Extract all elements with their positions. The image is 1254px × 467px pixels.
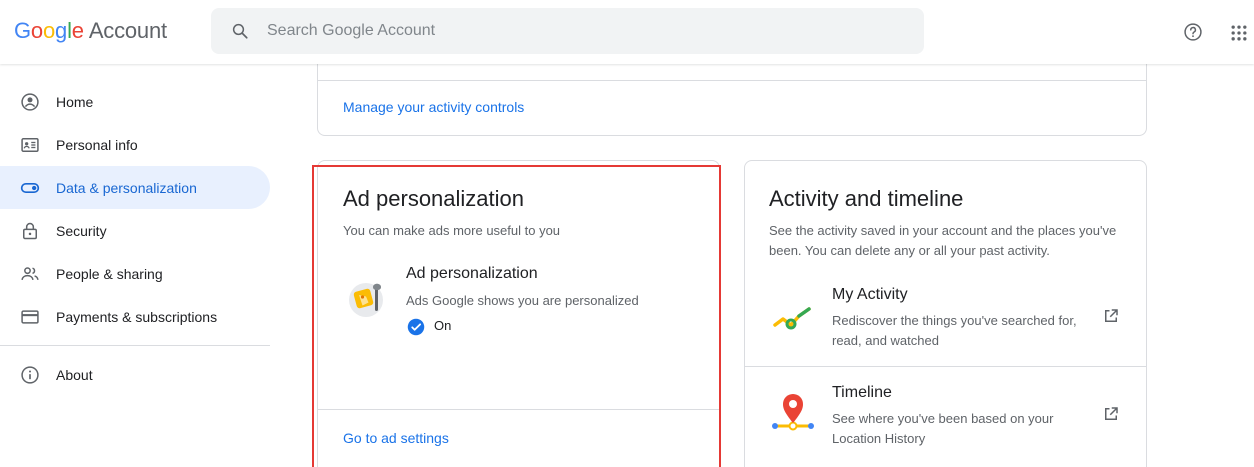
item-description: Rediscover the things you've searched fo… [832, 313, 1077, 348]
help-icon[interactable] [1183, 22, 1203, 42]
sidebar-item-label: People & sharing [56, 265, 163, 282]
sidebar-item-home[interactable]: Home [0, 80, 270, 123]
sidebar-item-personal-info[interactable]: Personal info [0, 123, 270, 166]
sidebar-item-payments[interactable]: Payments & subscriptions [0, 295, 270, 338]
go-to-ad-settings-link[interactable]: Go to ad settings [343, 430, 449, 446]
lock-icon [23, 222, 37, 239]
item-title: My Activity [832, 286, 908, 303]
sidebar-item-label: Personal info [56, 136, 138, 153]
my-activity-icon [773, 307, 811, 330]
check-circle-icon [407, 318, 425, 336]
card-title: Ad personalization [343, 186, 525, 211]
account-circle-icon [21, 92, 39, 111]
info-icon [21, 365, 39, 384]
ad-settings-icon [349, 283, 383, 317]
status-on-label: On [434, 318, 452, 333]
sidebar-item-data-personalization[interactable]: Data & personalization [0, 166, 270, 209]
sidebar-item-label: About [56, 366, 93, 383]
search-input[interactable] [267, 22, 867, 40]
open-in-new-icon[interactable] [1102, 307, 1120, 325]
sidebar-nav: Home Personal info Data & personalizatio… [0, 80, 270, 396]
sidebar-item-label: Data & personalization [56, 179, 197, 196]
apps-grid-icon[interactable] [1229, 23, 1249, 43]
item-description: Ads Google shows you are personalized [406, 293, 639, 308]
sidebar-item-label: Home [56, 93, 94, 110]
toggle-icon [20, 182, 40, 193]
item-description: See where you've been based on your Loca… [832, 411, 1054, 446]
credit-card-icon [21, 309, 39, 324]
manage-activity-controls-link[interactable]: Manage your activity controls [343, 99, 524, 115]
search-bar[interactable] [211, 8, 924, 54]
activity-timeline-card: Activity and timeline See the activity s… [744, 160, 1147, 467]
sidebar-item-label: Payments & subscriptions [56, 308, 218, 325]
top-app-bar: Google Account [0, 0, 1254, 64]
item-title: Timeline [832, 384, 892, 401]
sidebar-item-about[interactable]: About [0, 353, 270, 396]
card-divider [745, 366, 1146, 367]
card-description: See the activity saved in your account a… [769, 223, 1117, 258]
sidebar-item-label: Security [56, 222, 107, 239]
card-description: You can make ads more useful to you [343, 223, 561, 238]
card-title: Activity and timeline [769, 186, 964, 211]
id-card-icon [21, 137, 39, 152]
people-icon [21, 266, 39, 280]
item-title: Ad personalization [406, 265, 538, 282]
sidebar-divider [0, 345, 270, 346]
search-icon[interactable] [231, 22, 249, 40]
card-divider [318, 80, 1146, 81]
google-account-logo[interactable]: Google Account [14, 18, 167, 44]
open-in-new-icon[interactable] [1102, 405, 1120, 423]
timeline-location-icon [772, 394, 814, 431]
sidebar-item-security[interactable]: Security [0, 209, 270, 252]
sidebar-item-people-sharing[interactable]: People & sharing [0, 252, 270, 295]
ad-personalization-card: Ad personalization You can make ads more… [317, 160, 720, 467]
card-divider [318, 409, 719, 410]
